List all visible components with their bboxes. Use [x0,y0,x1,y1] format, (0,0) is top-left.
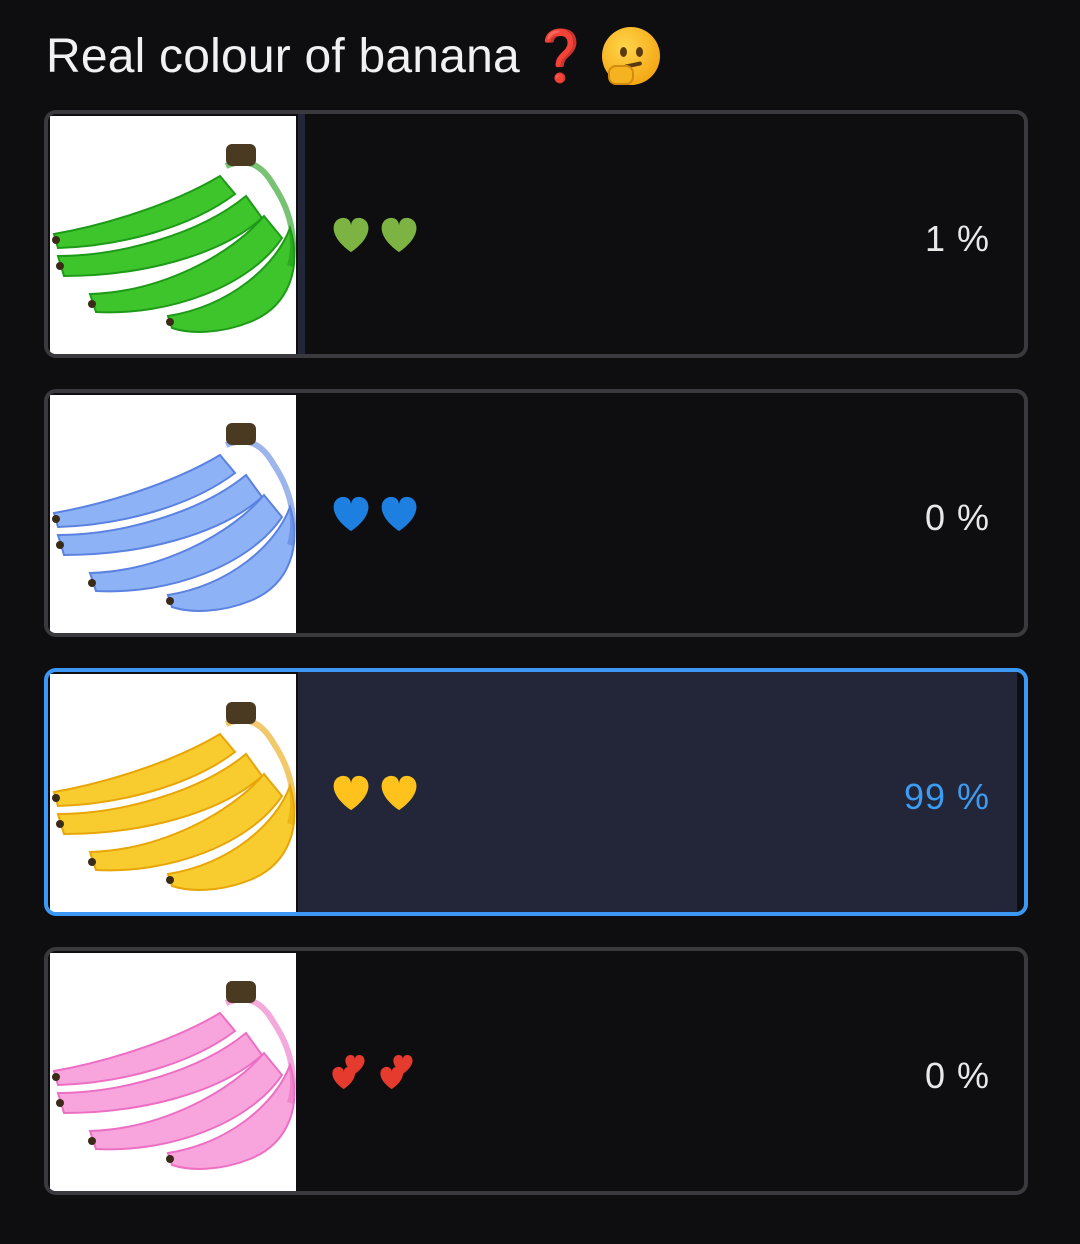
option-hearts [330,214,422,256]
banana-image [50,395,296,633]
poll-question: Real colour of banana ❓ [46,24,661,88]
heart-icon [332,1055,365,1090]
heart-icon [333,217,369,253]
vote-percentage: 0 % [924,1055,990,1096]
poll-option-green[interactable]: 1 % [44,110,1028,358]
heart-icon [381,775,417,811]
heart-icon [333,496,369,532]
option-hearts [330,1051,422,1093]
banana-image [50,674,296,912]
vote-progress-bar [298,114,306,354]
option-hearts [330,772,422,814]
banana-image [50,116,296,354]
heart-icon [380,1055,413,1090]
poll-question-text: Real colour of banana [46,29,520,83]
thinking-face-icon [602,27,661,85]
heart-icon [381,496,417,532]
poll-option-pink[interactable]: 0 % [44,947,1028,1195]
vote-percentage: 0 % [924,497,990,538]
question-mark-icon: ❓ [529,28,593,84]
heart-icon [333,775,369,811]
poll-option-blue[interactable]: 0 % [44,389,1028,637]
vote-percentage: 1 % [924,218,990,259]
heart-icon [381,217,417,253]
poll-option-yellow[interactable]: 99 % [44,668,1028,916]
banana-image [50,953,296,1191]
vote-percentage: 99 % [903,776,990,817]
option-hearts [330,493,422,535]
